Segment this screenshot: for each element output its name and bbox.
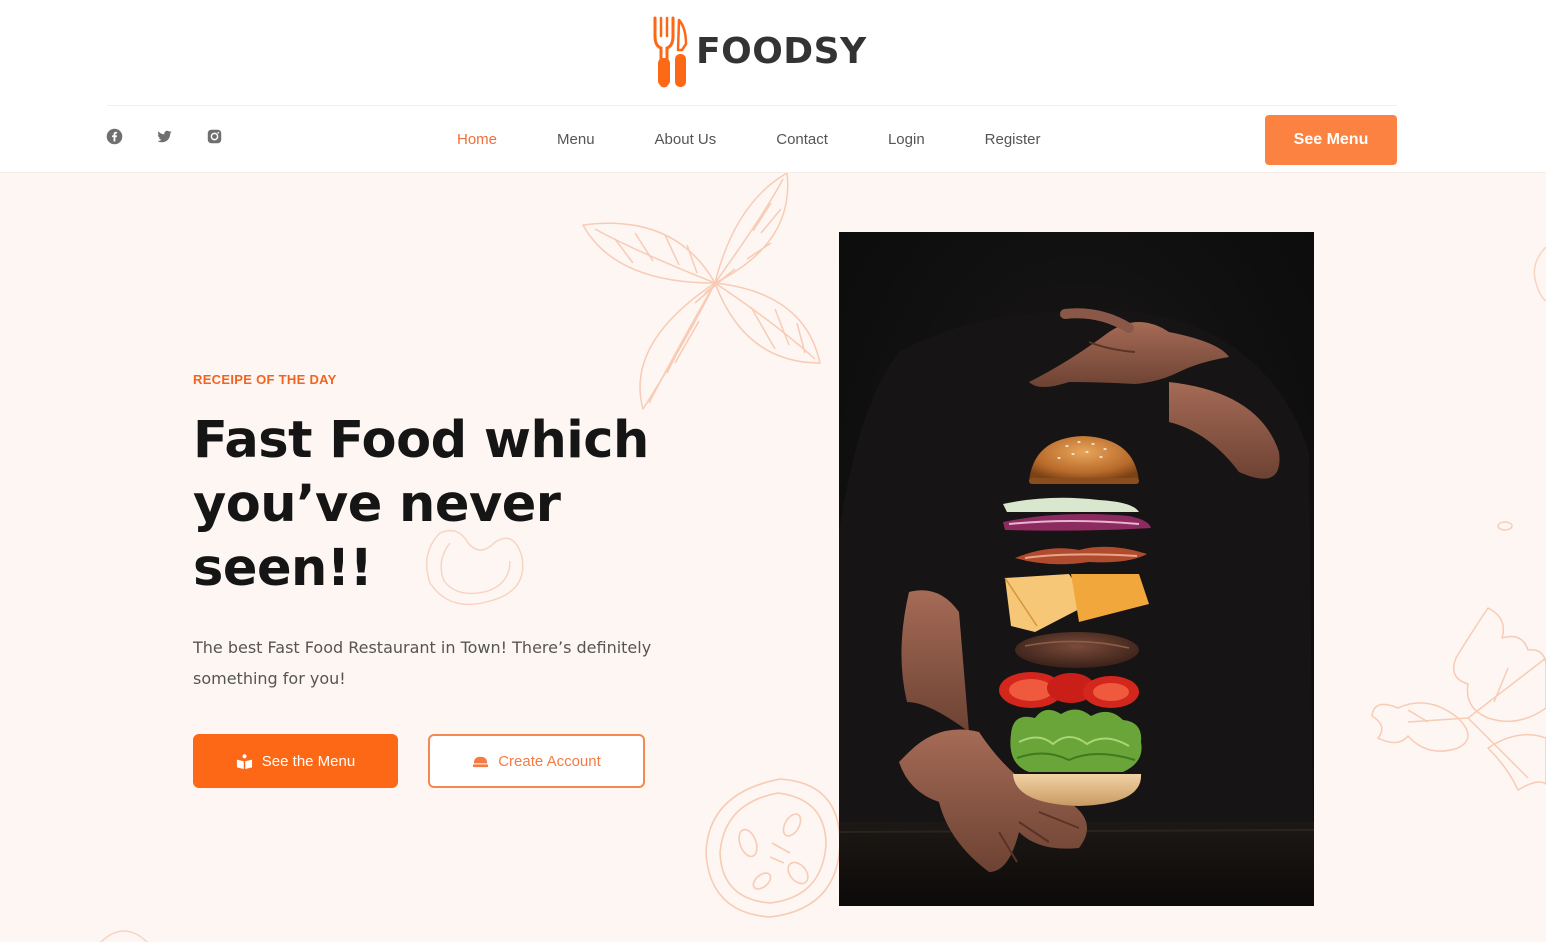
see-the-menu-button[interactable]: See the Menu xyxy=(193,734,398,788)
site-header: FOODSY xyxy=(0,0,1546,106)
basil-leaf-decoration xyxy=(582,173,821,410)
hat-icon xyxy=(472,753,489,770)
burger-illustration xyxy=(839,308,1314,906)
see-the-menu-label: See the Menu xyxy=(261,752,356,770)
nav-item-contact[interactable]: Contact xyxy=(746,131,858,148)
nav-item-about-us[interactable]: About Us xyxy=(625,131,747,148)
nav-item-login[interactable]: Login xyxy=(858,131,955,148)
seed-decoration xyxy=(1497,521,1513,531)
burger-photo xyxy=(839,232,1314,906)
corner-decoration xyxy=(100,930,148,942)
hero-section: RECEIPE OF THE DAY Fast Food which you’v… xyxy=(0,173,1546,942)
create-account-button[interactable]: Create Account xyxy=(428,734,645,788)
twitter-icon[interactable] xyxy=(156,128,173,145)
hero-subtext: The best Fast Food Restaurant in Town! T… xyxy=(193,638,652,688)
nav-item-menu[interactable]: Menu xyxy=(527,131,625,148)
menu-book-icon xyxy=(236,753,253,770)
instagram-icon[interactable] xyxy=(206,128,223,145)
nav-links: Home Menu About Us Contact Login Registe… xyxy=(427,106,1071,173)
tomato-slice-decoration xyxy=(705,778,841,918)
nav-item-home[interactable]: Home xyxy=(427,131,527,148)
logo[interactable]: FOODSY xyxy=(652,14,867,88)
brand-name: FOODSY xyxy=(696,30,867,72)
social-links xyxy=(106,128,223,145)
see-menu-button[interactable]: See Menu xyxy=(1265,115,1397,165)
main-nav: Home Menu About Us Contact Login Registe… xyxy=(0,106,1546,173)
leaf-edge-decoration xyxy=(1533,246,1546,302)
hero-headline: Fast Food which you’ve never seen!! xyxy=(193,411,649,598)
hero-eyebrow: RECEIPE OF THE DAY xyxy=(193,372,337,387)
parsley-decoration xyxy=(1371,607,1546,791)
fork-knife-icon xyxy=(653,16,688,88)
facebook-icon[interactable] xyxy=(106,128,123,145)
nav-item-register[interactable]: Register xyxy=(955,131,1071,148)
create-account-label: Create Account xyxy=(498,752,601,770)
